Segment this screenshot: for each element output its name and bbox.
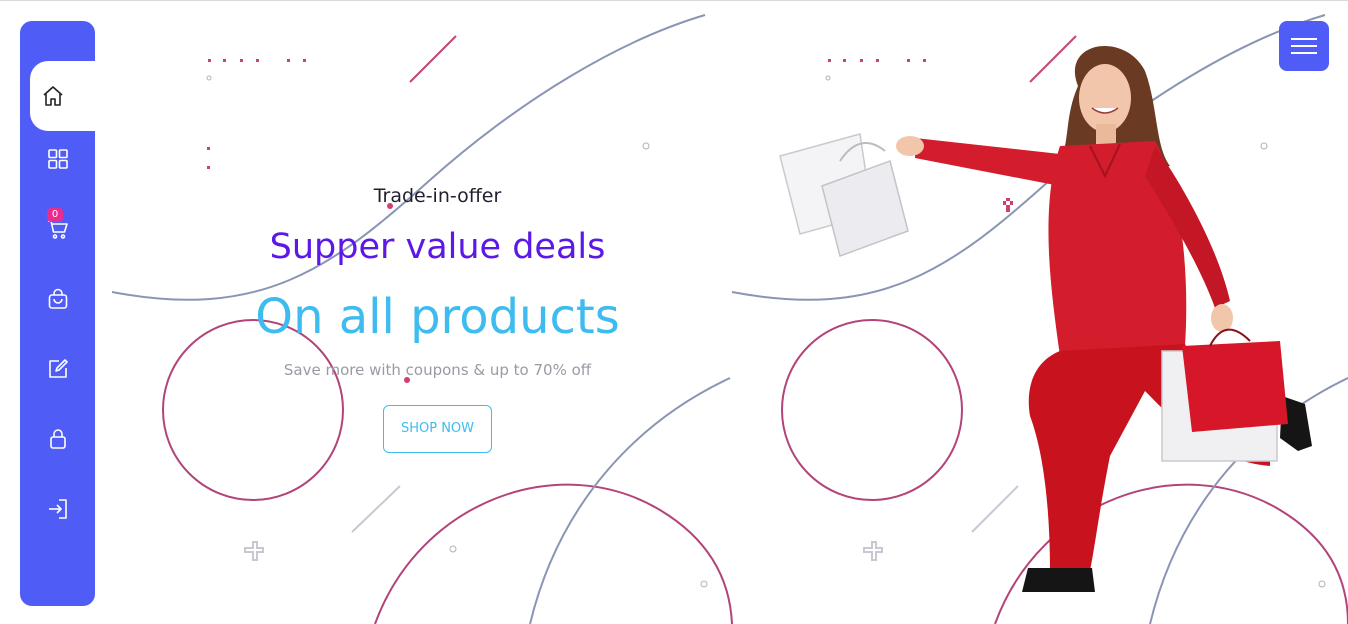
sidebar-item-bag[interactable] (20, 269, 95, 329)
hamburger-menu-icon (1291, 38, 1317, 54)
white-bags (779, 133, 909, 257)
edit-icon (48, 359, 68, 378)
hero-description: Save more with coupons & up to 70% off (283, 361, 592, 379)
sidebar-item-login[interactable] (20, 479, 95, 539)
home-icon (42, 86, 63, 106)
login-icon (48, 499, 67, 519)
menu-button[interactable] (1279, 21, 1329, 71)
hero-subheadline: On all products (255, 289, 620, 345)
hero-section: Trade-in-offer Supper value deals On all… (150, 180, 725, 453)
bag-icon (48, 288, 67, 309)
hero-headline: Supper value deals (269, 227, 606, 267)
sidebar (20, 21, 95, 606)
cart-count-badge: 0 (47, 208, 63, 222)
hero-kicker: Trade-in-offer (373, 185, 502, 207)
lock-icon (49, 429, 66, 449)
sidebar-item-shop[interactable] (20, 129, 95, 189)
sidebar-item-edit[interactable] (20, 339, 95, 399)
hero-model-image (779, 45, 1312, 592)
sidebar-item-lock[interactable] (20, 409, 95, 469)
shop-now-button[interactable]: SHOP NOW (383, 405, 492, 453)
grid-icon (47, 149, 68, 169)
sidebar-item-home[interactable] (30, 61, 95, 131)
